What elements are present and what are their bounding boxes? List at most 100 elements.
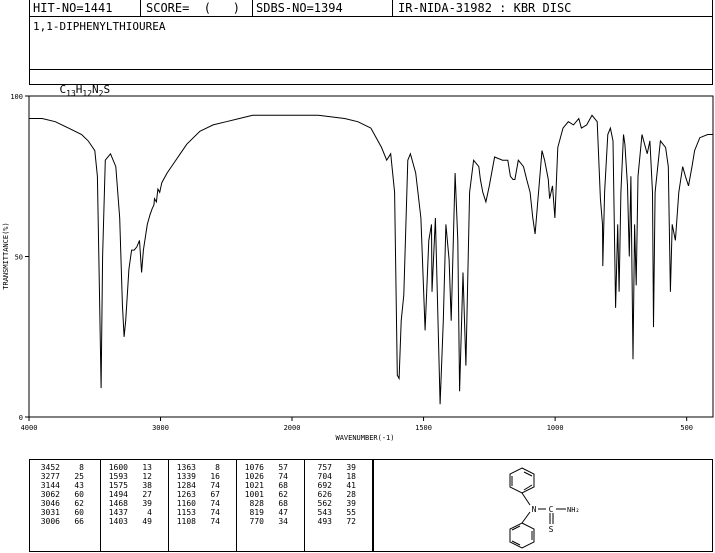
peak-wavenumber: 1575 <box>108 481 128 490</box>
peak-row: 1339 16 <box>170 472 220 481</box>
peak-column: 1363 8 1339 16 1284 74 1263 67 1160 74 1153 74 1108 7… <box>170 463 220 526</box>
peak-row: 1363 8 <box>170 463 220 472</box>
table-column-divider <box>236 459 237 552</box>
atom-label-s: S <box>549 525 554 534</box>
peak-row: 1284 74 <box>170 481 220 490</box>
peak-column: 1076 57 1026 74 1021 68 1001 62 828 68 819 47 770 34 <box>238 463 288 526</box>
peak-row: 1468 39 <box>102 499 152 508</box>
peak-transmittance: 41 <box>346 481 356 490</box>
peak-transmittance: 13 <box>142 463 152 472</box>
peak-wavenumber: 3144 <box>40 481 60 490</box>
peak-wavenumber: 3031 <box>40 508 60 517</box>
ir-spectrum-chart: 4000 3000 2000 1500 1000 500 0 50 100 WAVENUMBER… <box>2 93 714 442</box>
peak-row: 3062 60 <box>34 490 84 499</box>
peak-row: 1160 74 <box>170 499 220 508</box>
x-tick-label: 500 <box>680 424 693 432</box>
peak-row: 1403 49 <box>102 517 152 526</box>
peak-wavenumber: 1153 <box>176 508 196 517</box>
peak-row: 3452 8 <box>34 463 84 472</box>
peak-wavenumber: 562 <box>317 499 332 508</box>
peak-row: 1153 74 <box>170 508 220 517</box>
peak-transmittance: 60 <box>74 508 84 517</box>
peak-transmittance: 43 <box>74 481 84 490</box>
peak-column: 3452 8 3277 25 3144 43 3062 60 3046 62 3031 60 3006 6… <box>34 463 84 526</box>
peak-wavenumber: 1468 <box>108 499 128 508</box>
y-axis-label: TRANSMITTANCE(%) <box>2 222 10 289</box>
peak-transmittance: 74 <box>210 517 220 526</box>
peak-transmittance: 49 <box>142 517 152 526</box>
spectrum-line <box>29 114 713 405</box>
peak-transmittance: 4 <box>147 508 152 517</box>
peak-transmittance: 74 <box>278 472 288 481</box>
peak-row: 3006 66 <box>34 517 84 526</box>
peak-transmittance: 57 <box>278 463 288 472</box>
peak-row: 1026 74 <box>238 472 288 481</box>
y-tick-label: 50 <box>15 254 23 262</box>
peak-row: 543 55 <box>306 508 356 517</box>
table-column-divider <box>304 459 305 552</box>
peak-row: 1263 67 <box>170 490 220 499</box>
peak-transmittance: 8 <box>215 463 220 472</box>
peak-row: 828 68 <box>238 499 288 508</box>
peak-row: 3031 60 <box>34 508 84 517</box>
peak-row: 1575 38 <box>102 481 152 490</box>
x-tick-label: 4000 <box>21 424 38 432</box>
x-axis-label: WAVENUMBER(-1) <box>335 434 394 442</box>
peak-row: 1494 27 <box>102 490 152 499</box>
peak-wavenumber: 692 <box>317 481 332 490</box>
table-column-divider <box>168 459 169 552</box>
peak-transmittance: 55 <box>346 508 356 517</box>
peak-transmittance: 60 <box>74 490 84 499</box>
bond <box>521 492 531 506</box>
peak-transmittance: 72 <box>346 517 356 526</box>
peak-transmittance: 74 <box>210 481 220 490</box>
peak-wavenumber: 3452 <box>40 463 60 472</box>
peak-wavenumber: 1437 <box>108 508 128 517</box>
peak-wavenumber: 3062 <box>40 490 60 499</box>
peak-transmittance: 8 <box>79 463 84 472</box>
peak-wavenumber: 1108 <box>176 517 196 526</box>
peak-wavenumber: 543 <box>317 508 332 517</box>
peak-row: 1108 74 <box>170 517 220 526</box>
table-column-divider <box>100 459 101 552</box>
y-tick-label: 100 <box>10 93 23 101</box>
bond <box>521 511 531 524</box>
peak-wavenumber: 3046 <box>40 499 60 508</box>
peak-transmittance: 39 <box>346 499 356 508</box>
peak-row: 704 18 <box>306 472 356 481</box>
peak-transmittance: 27 <box>142 490 152 499</box>
peak-wavenumber: 1021 <box>244 481 264 490</box>
peak-column: 757 39 704 18 692 41 626 28 562 39 543 55 493 72 <box>306 463 356 526</box>
peak-wavenumber: 1494 <box>108 490 128 499</box>
peak-wavenumber: 757 <box>317 463 332 472</box>
peak-wavenumber: 828 <box>249 499 264 508</box>
peak-transmittance: 25 <box>74 472 84 481</box>
peak-row: 493 72 <box>306 517 356 526</box>
peak-wavenumber: 704 <box>317 472 332 481</box>
x-tick-label: 1500 <box>415 424 432 432</box>
peak-transmittance: 12 <box>142 472 152 481</box>
peak-row: 1001 62 <box>238 490 288 499</box>
axis-ticks: 4000 3000 2000 1500 1000 500 0 50 100 <box>10 93 693 432</box>
peak-transmittance: 68 <box>278 481 288 490</box>
peak-wavenumber: 626 <box>317 490 332 499</box>
peak-wavenumber: 1593 <box>108 472 128 481</box>
x-tick-label: 3000 <box>152 424 169 432</box>
peak-row: 562 39 <box>306 499 356 508</box>
peak-wavenumber: 493 <box>317 517 332 526</box>
peak-row: 626 28 <box>306 490 356 499</box>
peak-row: 1600 13 <box>102 463 152 472</box>
peak-transmittance: 74 <box>210 499 220 508</box>
peak-transmittance: 67 <box>210 490 220 499</box>
peak-wavenumber: 1263 <box>176 490 196 499</box>
peak-transmittance: 34 <box>278 517 288 526</box>
peak-transmittance: 16 <box>210 472 220 481</box>
peak-transmittance: 66 <box>74 517 84 526</box>
peak-transmittance: 62 <box>74 499 84 508</box>
x-tick-label: 2000 <box>284 424 301 432</box>
ring-double-bond <box>523 484 533 491</box>
structure-box: N C NH₂ S <box>373 459 713 552</box>
y-tick-label: 0 <box>19 414 23 422</box>
peak-row: 1437 4 <box>102 508 152 517</box>
peak-transmittance: 74 <box>210 508 220 517</box>
